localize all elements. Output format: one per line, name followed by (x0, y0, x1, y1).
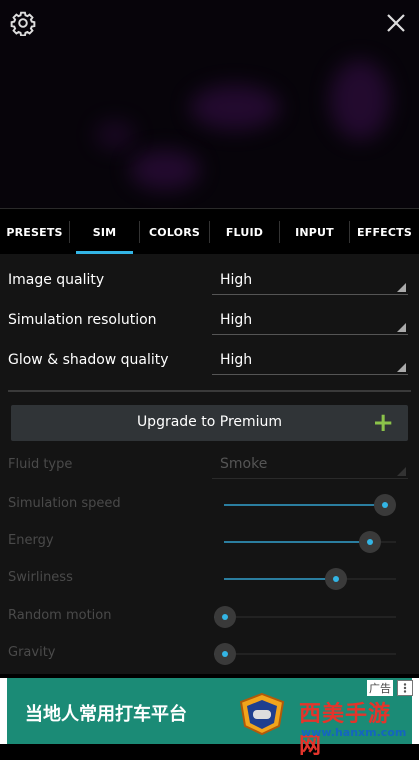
tab-label: SIM (92, 225, 117, 239)
upgrade-premium-button[interactable]: Upgrade to Premium + (11, 405, 408, 441)
slider-thumb[interactable] (359, 531, 381, 553)
setting-simulation-resolution: Simulation resolution High (0, 302, 419, 342)
slider-label: Random motion (8, 608, 112, 623)
dropdown-corner-icon (397, 363, 406, 372)
dropdown-corner-icon (397, 323, 406, 332)
setting-glow-shadow-quality: Glow & shadow quality High (0, 342, 419, 382)
ad-headline: 当地人常用打车平台 (25, 704, 187, 725)
tab-fluid[interactable]: FLUID (210, 209, 279, 255)
slider-track (214, 653, 396, 655)
slider-thumb-dot (382, 502, 388, 508)
image-quality-dropdown[interactable]: High (212, 268, 408, 295)
tab-colors[interactable]: COLORS (140, 209, 209, 255)
dropdown-value: High (220, 312, 253, 328)
simulation-resolution-dropdown[interactable]: High (212, 308, 408, 335)
slider-thumb-dot (222, 614, 228, 620)
setting-label: Image quality (8, 272, 105, 288)
section-divider (8, 390, 411, 392)
gravity-slider[interactable] (214, 643, 396, 665)
tab-label: FLUID (225, 225, 264, 239)
energy-slider[interactable] (224, 531, 396, 553)
dropdown-value: High (220, 352, 253, 368)
fluid-blob (95, 120, 135, 150)
slider-thumb[interactable] (214, 643, 236, 665)
slider-thumb-dot (367, 539, 373, 545)
dropdown-value: High (220, 272, 253, 288)
slider-thumb[interactable] (214, 606, 236, 628)
setting-image-quality: Image quality High (0, 262, 419, 302)
dropdown-corner-icon (397, 283, 406, 292)
tab-sim[interactable]: SIM (70, 209, 139, 255)
ad-banner[interactable]: 当地人常用打车平台 西美手游网 www.hanxm.com 广告 (0, 678, 419, 759)
tab-effects[interactable]: EFFECTS (350, 209, 419, 255)
fluid-type-label: Fluid type (8, 457, 73, 472)
watermark-url: www.hanxm.com (301, 726, 407, 739)
slider-fill (224, 541, 370, 543)
setting-label: Simulation resolution (8, 312, 157, 328)
tab-bar: PRESETS SIM COLORS FLUID INPUT EFFECTS (0, 208, 419, 255)
slider-label: Swirliness (8, 570, 73, 585)
close-icon[interactable] (385, 12, 407, 34)
dropdown-corner-icon (397, 467, 406, 476)
slider-track (214, 616, 396, 618)
fluid-blob (330, 60, 390, 140)
swirliness-slider[interactable] (224, 568, 396, 590)
slider-label: Energy (8, 533, 54, 548)
tab-label: EFFECTS (357, 225, 412, 239)
ad-content[interactable]: 当地人常用打车平台 西美手游网 www.hanxm.com (7, 678, 412, 759)
slider-thumb-dot (222, 651, 228, 657)
tab-label: COLORS (149, 225, 200, 239)
tab-label: PRESETS (6, 225, 63, 239)
slider-fill (224, 504, 385, 506)
ad-tag: 广告 (367, 680, 393, 696)
slider-thumb-dot (332, 576, 339, 582)
fluid-blob (190, 85, 280, 130)
gear-icon[interactable] (10, 10, 36, 36)
glow-shadow-quality-dropdown[interactable]: High (212, 348, 408, 375)
setting-label: Glow & shadow quality (8, 352, 169, 368)
slider-fill (224, 578, 336, 580)
fluid-blob (130, 150, 200, 190)
slider-label: Simulation speed (8, 496, 121, 511)
fluid-preview[interactable] (0, 0, 419, 208)
plus-icon: + (372, 408, 394, 438)
simulation-speed-slider[interactable] (224, 494, 396, 516)
slider-thumb[interactable] (324, 568, 347, 590)
sim-settings-panel: Image quality High Simulation resolution… (0, 254, 419, 674)
dropdown-value: Smoke (220, 456, 268, 472)
slider-label: Gravity (8, 645, 56, 660)
tab-presets[interactable]: PRESETS (0, 209, 69, 255)
slider-thumb[interactable] (374, 494, 396, 516)
game-logo-icon (239, 692, 285, 736)
random-motion-slider[interactable] (214, 606, 396, 628)
tab-label: INPUT (295, 225, 334, 239)
fluid-type-dropdown[interactable]: Smoke (212, 452, 408, 479)
upgrade-label: Upgrade to Premium (136, 414, 283, 430)
ad-menu-icon[interactable] (397, 680, 413, 696)
tab-input[interactable]: INPUT (280, 209, 349, 255)
